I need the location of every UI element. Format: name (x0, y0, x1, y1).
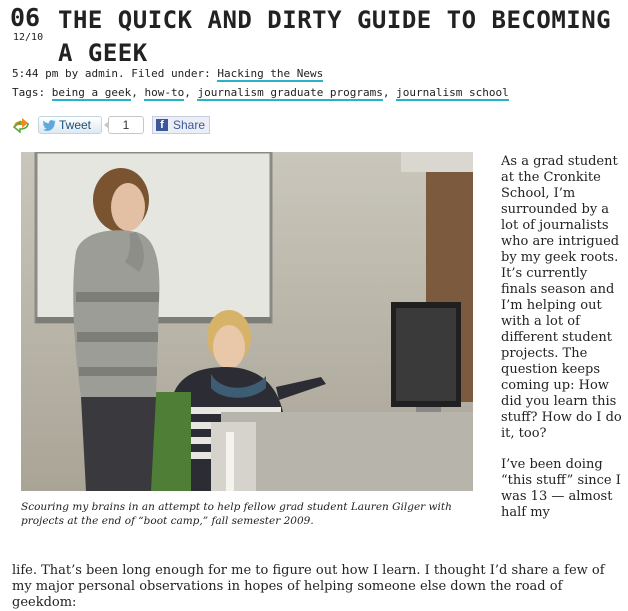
share-arrow-icon[interactable] (12, 117, 30, 134)
tweet-count[interactable]: 1 (104, 116, 144, 134)
post-tags: Tags: being a geek, how-to, journalism g… (12, 86, 509, 101)
post-photo[interactable] (21, 152, 473, 491)
post-byline: 5:44 pm by admin. Filed under: Hacking t… (12, 67, 324, 82)
tag-link[interactable]: journalism school (396, 86, 509, 101)
category-link[interactable]: Hacking the News (217, 67, 324, 82)
post-time: 5:44 pm (12, 67, 59, 80)
post-title[interactable]: THE QUICK AND DIRTY GUIDE TO BECOMING A … (58, 4, 618, 70)
twitter-bird-icon (43, 119, 56, 131)
photo-caption: Scouring my brains in an attempt to help… (21, 501, 452, 527)
article-paragraph-2-start: I’ve been doing “this stuff” since I was… (501, 457, 621, 520)
post-author: admin (84, 67, 118, 80)
article-paragraph-1: As a grad student at the Cronkite School… (501, 154, 622, 441)
tag-link[interactable]: how-to (144, 86, 185, 101)
post-day: 06 (10, 3, 41, 32)
facebook-icon: f (156, 119, 168, 131)
byline-by: by (58, 67, 85, 80)
article-side-column: As a grad student at the Cronkite School… (501, 154, 623, 536)
tweet-button[interactable]: Tweet (38, 116, 102, 134)
facebook-share-label: Share (173, 118, 206, 132)
facebook-share-button[interactable]: f Share (152, 116, 210, 134)
tag-separator: , (131, 86, 145, 99)
tag-link[interactable]: being a geek (51, 86, 132, 101)
post-month-year: 12/10 (13, 32, 44, 43)
tags-label: Tags: (12, 86, 52, 99)
tweet-label: Tweet (59, 118, 92, 132)
tag-link[interactable]: journalism graduate programs (197, 86, 383, 101)
byline-filed-under: . Filed under: (117, 67, 218, 80)
tag-separator: , (184, 86, 198, 99)
tag-separator: , (382, 86, 397, 99)
